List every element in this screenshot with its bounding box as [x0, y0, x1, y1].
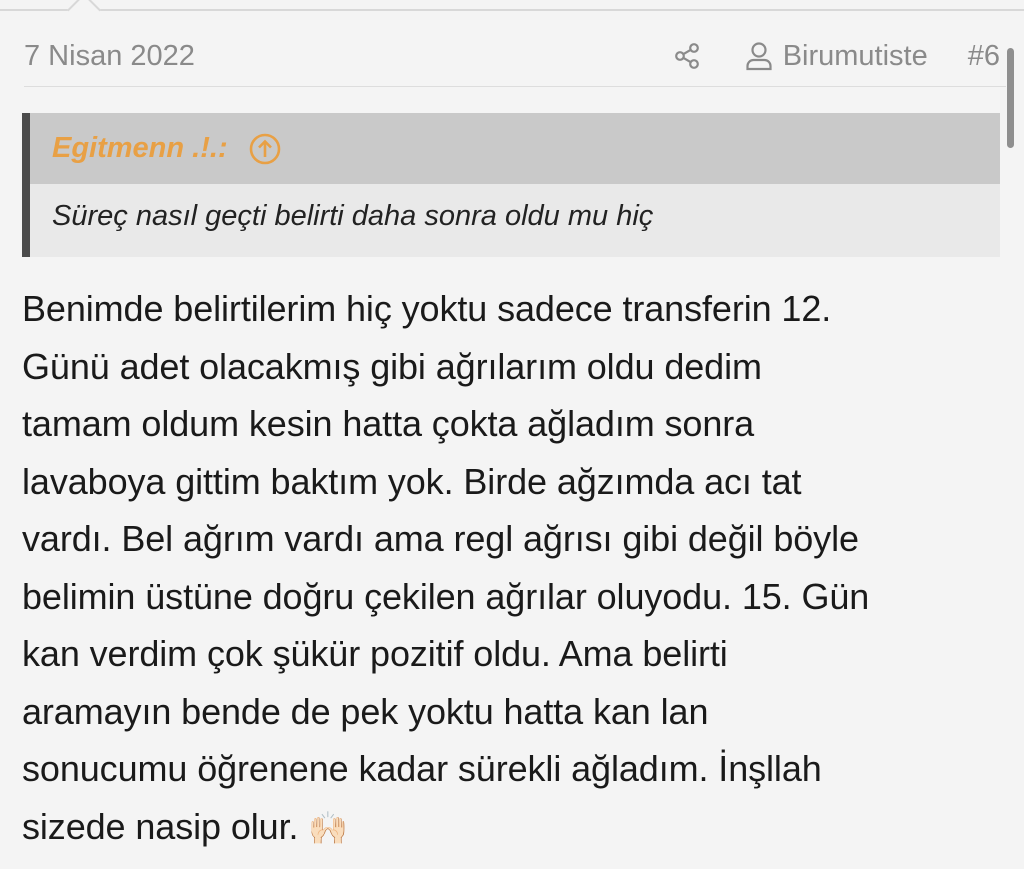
post-body-line: tamam oldum kesin hatta çokta ağladım so… — [22, 403, 755, 444]
quote-text: Süreç nasıl geçti belirti daha sonra old… — [52, 200, 654, 232]
post-author: Birumutiste — [782, 39, 928, 72]
header-divider — [24, 86, 1006, 87]
post-body-line: vardı. Bel ağrım vardı ama regl ağrısı g… — [22, 518, 859, 559]
raised-hands-emoji: 🙌🏻 — [308, 809, 349, 846]
post-header-actions: Birumutiste #6 — [673, 40, 1000, 73]
post-body-line: lavaboya gittim baktım yok. Birde ağzımd… — [22, 460, 802, 502]
quote-block: Egitmenn .!.: Süreç nasıl geçti belirti … — [22, 113, 1000, 257]
post-date[interactable]: 7 Nisan 2022 — [24, 40, 195, 73]
post-top-border — [0, 9, 1024, 11]
post-body-line: kan verdim çok şükür pozitif oldu. Ama b… — [22, 633, 728, 674]
post-body: Benimde belirtilerim hiç yoktu sadece tr… — [22, 280, 1007, 857]
scrollbar[interactable] — [1007, 48, 1014, 148]
post-body-line: belimin üstüne doğru çekilen ağrılar olu… — [22, 575, 870, 617]
post-body-line: sizede nasip olur. — [22, 805, 299, 847]
post-number-link[interactable]: #6 — [968, 40, 1000, 73]
forum-post: 7 Nisan 2022 Birumutiste #6 Egitmenn .!.… — [0, 0, 1024, 869]
share-icon[interactable] — [673, 42, 701, 70]
post-body-line: Benimde belirtilerim hiç yoktu sadece tr… — [22, 288, 832, 329]
post-body-line: Günü adet olacakmış gibi ağrılarım oldu … — [22, 345, 762, 387]
post-author-link[interactable]: Birumutiste — [745, 40, 928, 73]
user-icon — [745, 41, 773, 71]
post-header: 7 Nisan 2022 Birumutiste #6 — [24, 34, 1000, 78]
quote-header: Egitmenn .!.: — [30, 113, 1000, 184]
post-body-line: sonucumu öğrenene kadar sürekli ağladım.… — [22, 748, 822, 789]
post-body-line: aramayın bende de pek yoktu hatta kan la… — [22, 690, 709, 732]
quote-author[interactable]: Egitmenn .!.: — [52, 132, 228, 165]
post-pointer-notch — [67, 0, 101, 27]
arrow-up-circle-icon[interactable] — [248, 132, 282, 166]
post-body-line-last: sizede nasip olur. 🙌🏻 — [22, 798, 1007, 858]
